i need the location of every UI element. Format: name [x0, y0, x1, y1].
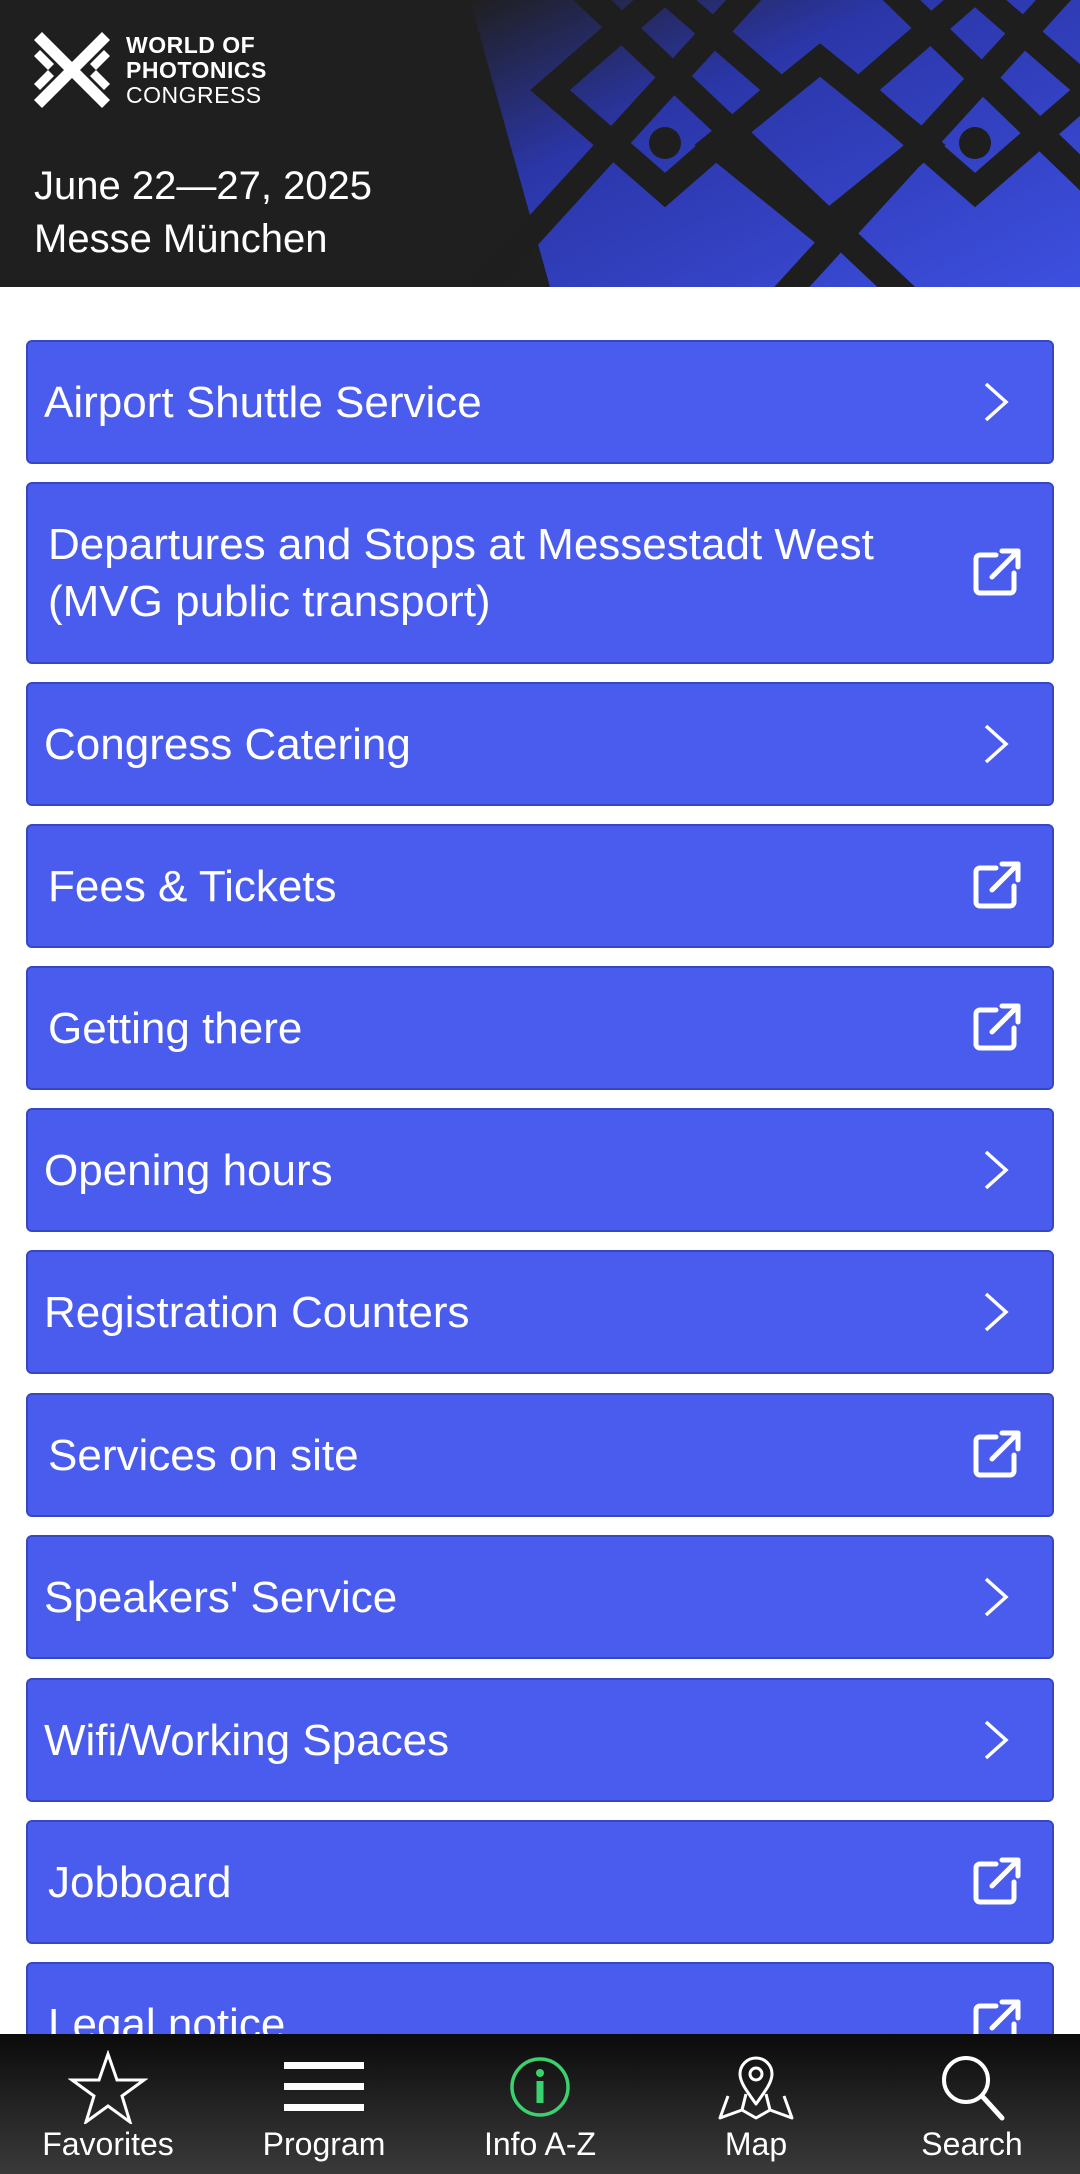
logo-mark-icon: [34, 32, 110, 108]
list-item-label: Getting there: [48, 1003, 303, 1053]
chevron-right-icon: [968, 374, 1024, 430]
search-icon: [942, 2056, 1005, 2121]
logo-line-1: WORLD OF: [126, 31, 256, 58]
chevron-right-icon: [968, 1712, 1024, 1768]
nav-map[interactable]: Map: [648, 2034, 864, 2174]
menu-icon: [284, 2062, 364, 2111]
nav-search[interactable]: Search: [864, 2034, 1080, 2174]
external-link-icon: [968, 1000, 1024, 1056]
logo-line-3: CONGRESS: [126, 81, 262, 108]
event-info: June 22—27, 2025 Messe München: [34, 160, 372, 266]
list-item-label: Services on site: [48, 1430, 359, 1480]
list-item-label: Opening hours: [44, 1145, 333, 1195]
event-dates: June 22—27, 2025: [34, 164, 373, 208]
list-item-congress-catering[interactable]: Congress Catering: [26, 682, 1054, 806]
chevron-right-icon: [968, 1569, 1024, 1625]
list-item-getting-there[interactable]: Getting there: [26, 966, 1054, 1090]
list-item-speakers-service[interactable]: Speakers' Service: [26, 1535, 1054, 1659]
chevron-right-icon: [968, 1142, 1024, 1198]
nav-label: Program: [262, 2126, 386, 2162]
logo-text: WORLD OF PHOTONICS CONGRESS: [126, 31, 267, 108]
list-item-label: Wifi/Working Spaces: [44, 1715, 450, 1765]
list-item-services-on-site[interactable]: Services on site: [26, 1393, 1054, 1517]
list-item-label: Registration Counters: [44, 1287, 470, 1337]
nav-info-a-z[interactable]: Info A-Z: [432, 2034, 648, 2174]
list-item-label: Congress Catering: [44, 719, 411, 769]
nav-label: Info A-Z: [483, 2126, 597, 2162]
event-venue: Messe München: [34, 217, 328, 261]
star-icon: [68, 2050, 148, 2124]
nav-label: Favorites: [42, 2126, 174, 2162]
external-link-icon: [968, 1854, 1024, 1910]
chevron-right-icon: [968, 716, 1024, 772]
congress-logo: WORLD OF PHOTONICS CONGRESS: [34, 32, 267, 108]
list-item-label: Departures and Stops at Messestadt West …: [28, 516, 1052, 630]
list-item-label: Airport Shuttle Service: [44, 377, 482, 427]
list-item-departures-mvg[interactable]: Departures and Stops at Messestadt West …: [26, 482, 1054, 664]
list-item-opening-hours[interactable]: Opening hours: [26, 1108, 1054, 1232]
list-item-wifi-working-spaces[interactable]: Wifi/Working Spaces: [26, 1678, 1054, 1802]
list-item-airport-shuttle[interactable]: Airport Shuttle Service: [26, 340, 1054, 464]
list-item-label-line-2: (MVG public transport): [48, 577, 491, 626]
bottom-nav: Favorites Program Info A-Z Map Search: [0, 2034, 1080, 2174]
info-icon: [510, 2057, 570, 2117]
list-item-fees-tickets[interactable]: Fees & Tickets: [26, 824, 1054, 948]
list-item-label: Jobboard: [48, 1857, 232, 1907]
list-item-registration-counters[interactable]: Registration Counters: [26, 1250, 1054, 1374]
list-item-label-line-1: Departures and Stops at Messestadt West: [48, 520, 874, 569]
list-item-jobboard[interactable]: Jobboard: [26, 1820, 1054, 1944]
list-item-label: Fees & Tickets: [48, 861, 337, 911]
nav-favorites[interactable]: Favorites: [0, 2034, 216, 2174]
banner-pattern: [450, 0, 1080, 287]
nav-program[interactable]: Program: [216, 2034, 432, 2174]
nav-label: Map: [724, 2126, 788, 2162]
list-item-label: Speakers' Service: [44, 1572, 398, 1622]
chevron-right-icon: [968, 1284, 1024, 1340]
map-pin-icon: [718, 2056, 794, 2120]
external-link-icon: [968, 1427, 1024, 1483]
logo-line-2: PHOTONICS: [126, 56, 267, 83]
external-link-icon: [968, 858, 1024, 914]
external-link-icon: [968, 545, 1024, 601]
nav-label: Search: [921, 2126, 1023, 2162]
header-banner: WORLD OF PHOTONICS CONGRESS June 22—27, …: [0, 0, 1080, 287]
